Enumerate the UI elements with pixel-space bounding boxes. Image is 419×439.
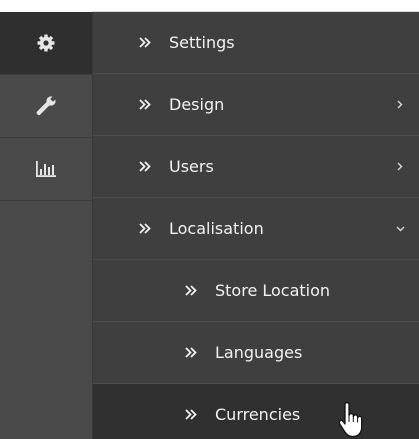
double-chevron-right-icon bbox=[185, 384, 197, 439]
submenu-item-store-location[interactable]: Store Location bbox=[93, 260, 419, 322]
double-chevron-right-icon bbox=[139, 136, 151, 197]
submenu-item-label: Languages bbox=[215, 343, 303, 362]
rail-separator bbox=[0, 200, 92, 201]
menu-item-users[interactable]: Users bbox=[93, 136, 419, 198]
top-strip bbox=[0, 0, 419, 12]
submenu-item-currencies[interactable]: Currencies bbox=[93, 384, 419, 439]
double-chevron-right-icon bbox=[185, 322, 197, 383]
double-chevron-right-icon bbox=[185, 260, 197, 321]
chevron-right-icon bbox=[397, 136, 403, 197]
menu-item-label: Users bbox=[169, 157, 214, 176]
gear-icon bbox=[36, 33, 56, 53]
menu-item-label: Localisation bbox=[169, 219, 264, 238]
submenu-item-label: Store Location bbox=[215, 281, 331, 300]
menu-item-settings[interactable]: Settings bbox=[93, 12, 419, 74]
menu-item-label: Design bbox=[169, 95, 225, 114]
icon-rail bbox=[0, 12, 92, 439]
double-chevron-right-icon bbox=[139, 12, 151, 73]
menu-item-localisation[interactable]: Localisation bbox=[93, 198, 419, 260]
double-chevron-right-icon bbox=[139, 198, 151, 259]
settings-menu: Settings Design Users Localisation Store… bbox=[93, 12, 419, 439]
admin-sidebar: Settings Design Users Localisation Store… bbox=[0, 0, 419, 439]
submenu-item-label: Currencies bbox=[215, 405, 301, 424]
menu-item-design[interactable]: Design bbox=[93, 74, 419, 136]
rail-item-reports[interactable] bbox=[0, 138, 92, 200]
chevron-right-icon bbox=[397, 74, 403, 135]
rail-item-tools[interactable] bbox=[0, 75, 92, 137]
menu-item-label: Settings bbox=[169, 33, 235, 52]
double-chevron-right-icon bbox=[139, 74, 151, 135]
rail-item-settings[interactable] bbox=[0, 12, 92, 74]
submenu-item-languages[interactable]: Languages bbox=[93, 322, 419, 384]
wrench-icon bbox=[35, 95, 57, 117]
chevron-down-icon bbox=[396, 198, 405, 259]
bar-chart-icon bbox=[35, 160, 57, 178]
